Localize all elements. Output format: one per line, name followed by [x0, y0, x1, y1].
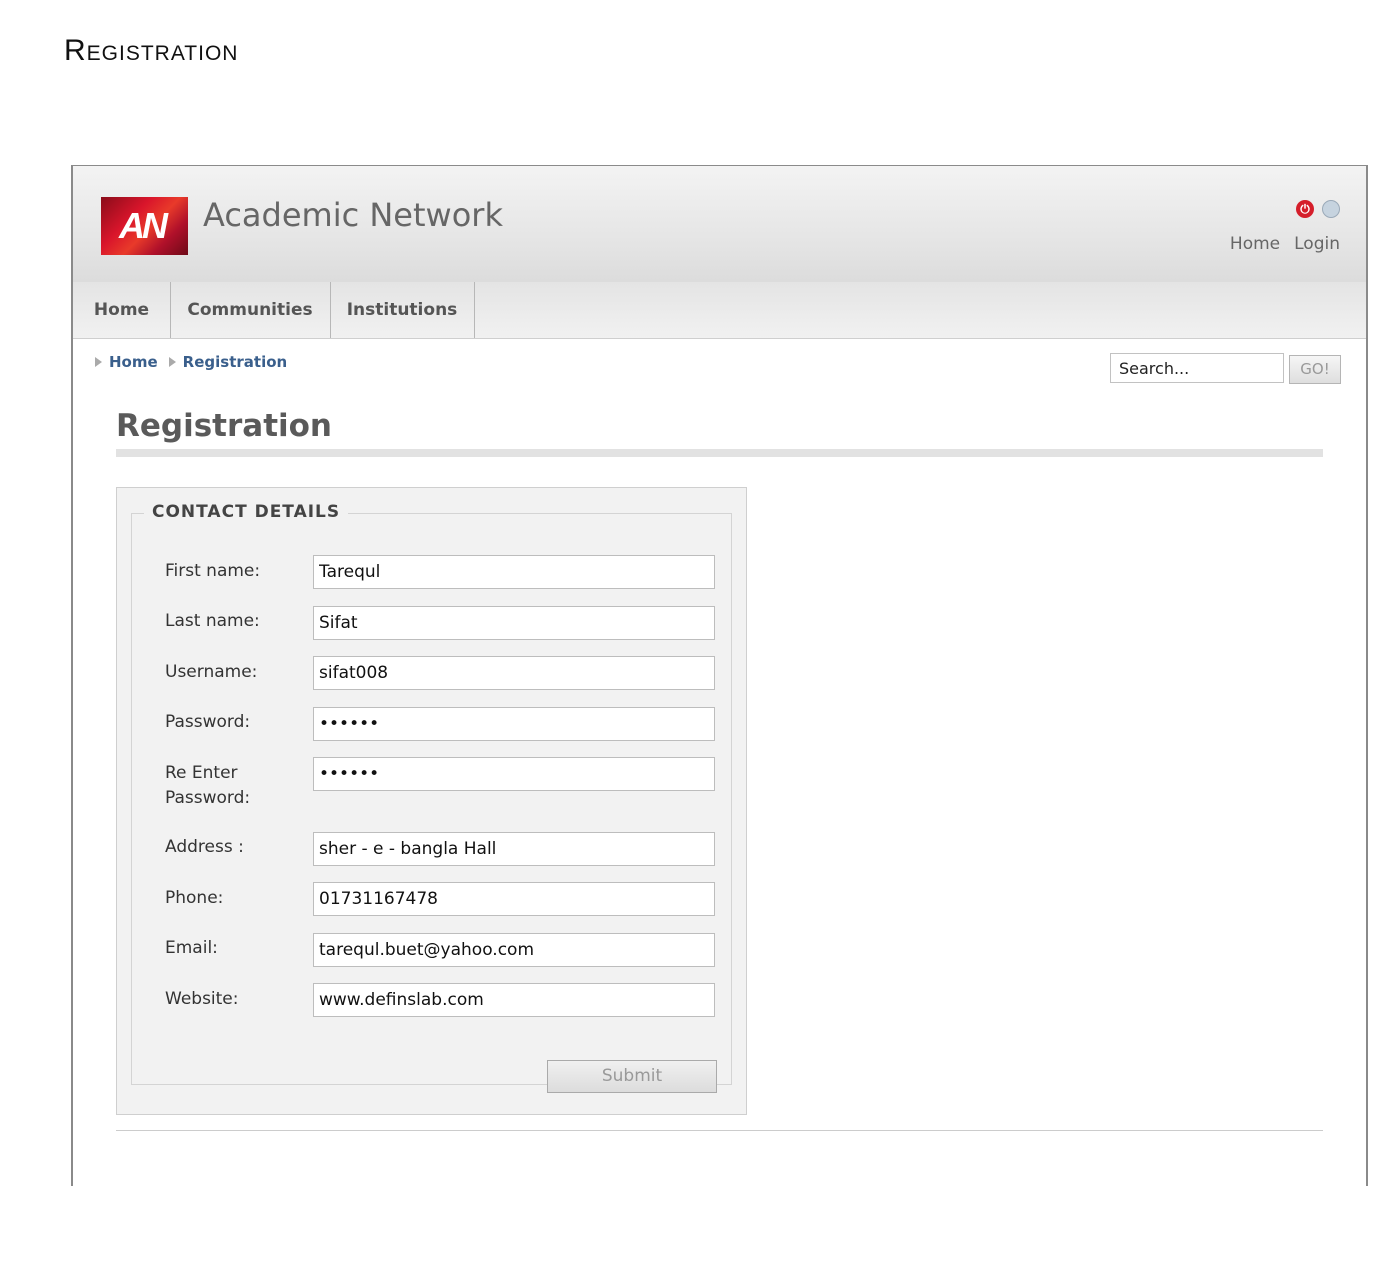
header-icons: ⏻ [1296, 200, 1340, 218]
nav-item-communities[interactable]: Communities [170, 282, 331, 338]
password-label: Password: [165, 712, 251, 732]
last-name-label: Last name: [165, 611, 260, 631]
page-title: Registration [116, 408, 333, 444]
browser-page-frame: AN Academic Network ⏻ Home Login Home Co… [71, 165, 1368, 1186]
website-label: Website: [165, 989, 239, 1009]
re-enter-password-input[interactable] [313, 757, 715, 791]
re-enter-password-label: Re Enter Password: [165, 763, 251, 808]
first-name-label: First name: [165, 561, 261, 581]
last-name-input[interactable] [313, 606, 715, 640]
bottom-divider [116, 1130, 1323, 1131]
nav-item-institutions[interactable]: Institutions [330, 282, 475, 338]
username-label: Username: [165, 662, 258, 682]
breadcrumb-arrow-icon [95, 357, 102, 367]
first-name-input[interactable] [313, 555, 715, 589]
registration-form: CONTACT DETAILS First name: Last name: U… [116, 487, 747, 1115]
search-go-button[interactable]: GO! [1289, 355, 1341, 384]
site-title: Academic Network [203, 196, 503, 234]
header-home-link[interactable]: Home [1230, 234, 1280, 254]
password-input[interactable] [313, 707, 715, 741]
main-nav: Home Communities Institutions [73, 282, 1366, 339]
phone-input[interactable] [313, 882, 715, 916]
email-input[interactable] [313, 933, 715, 967]
document-heading: Registration [64, 34, 239, 67]
title-divider [116, 449, 1323, 457]
email-label: Email: [165, 938, 218, 958]
address-label: Address : [165, 837, 244, 857]
phone-label: Phone: [165, 888, 224, 908]
breadcrumb: Home Registration [95, 353, 287, 371]
site-logo[interactable]: AN [101, 197, 188, 255]
breadcrumb-arrow-icon [168, 357, 176, 367]
logo-text: AN [119, 205, 168, 246]
website-input[interactable] [313, 983, 715, 1017]
address-input[interactable] [313, 832, 715, 866]
search-input[interactable] [1110, 353, 1284, 383]
fieldset-legend: CONTACT DETAILS [144, 502, 349, 522]
site-header: AN Academic Network ⏻ Home Login [73, 166, 1366, 283]
breadcrumb-registration[interactable]: Registration [183, 353, 288, 371]
username-input[interactable] [313, 656, 715, 690]
contact-details-fieldset: CONTACT DETAILS First name: Last name: U… [131, 502, 732, 1093]
submit-button[interactable]: Submit [547, 1060, 717, 1093]
breadcrumb-home[interactable]: Home [109, 353, 158, 371]
header-login-link[interactable]: Login [1294, 234, 1340, 254]
user-icon[interactable] [1322, 200, 1340, 218]
header-links: Home Login [1230, 234, 1340, 254]
nav-item-home[interactable]: Home [73, 282, 171, 338]
power-icon[interactable]: ⏻ [1296, 200, 1314, 218]
